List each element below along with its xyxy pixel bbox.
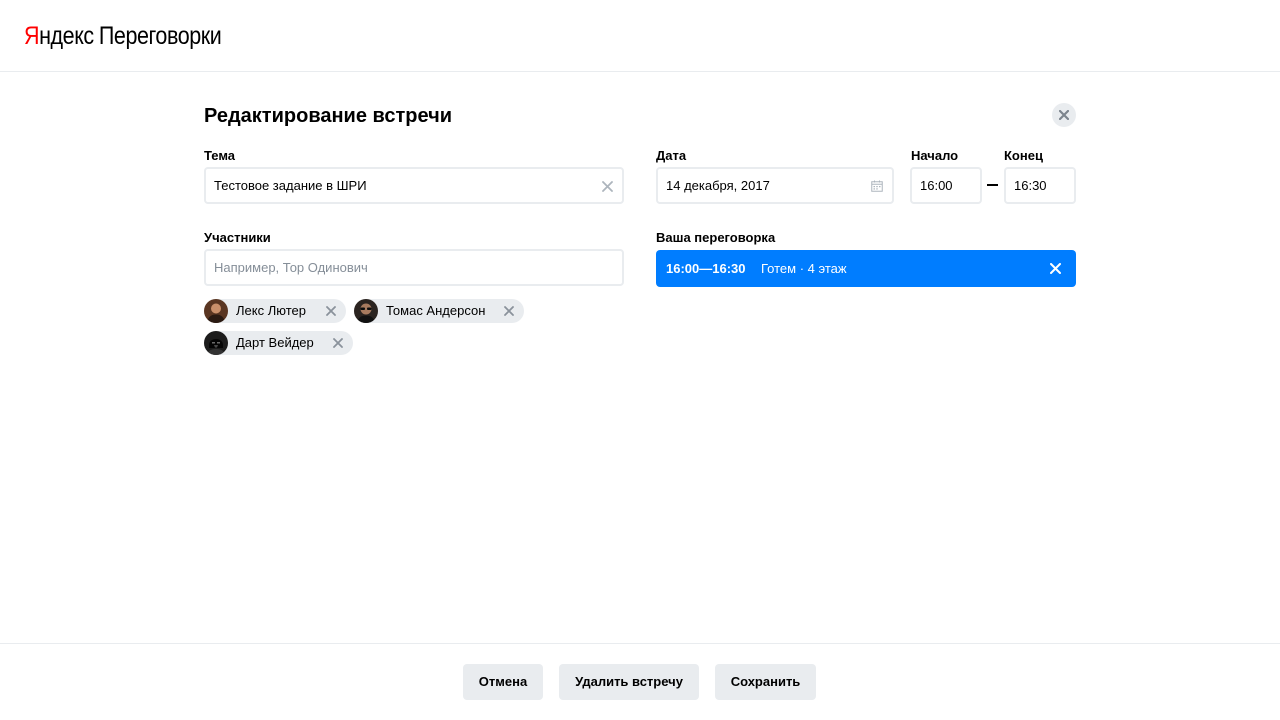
start-time-value: 16:00 [920, 178, 953, 193]
save-button[interactable]: Сохранить [715, 664, 816, 700]
participant-chip: Томас Андерсон [354, 299, 524, 323]
start-time-input[interactable]: 16:00 [910, 167, 982, 204]
page-title: Редактирование встречи [204, 105, 452, 127]
topic-value: Тестовое задание в ШРИ [214, 178, 367, 193]
end-time-value: 16:30 [1014, 178, 1047, 193]
participants-placeholder: Например, Тор Одинович [214, 260, 368, 275]
participants-input[interactable]: Например, Тор Одинович [204, 249, 624, 286]
time-range-dash [987, 184, 998, 186]
logo-brand-first: Я [24, 22, 40, 50]
participant-name: Томас Андерсон [386, 303, 486, 318]
app-header: Яндекс Переговорки [0, 0, 1280, 72]
close-button[interactable] [1052, 103, 1076, 127]
room-name: Готем · 4 этаж [761, 261, 847, 276]
avatar [354, 299, 378, 323]
cancel-button[interactable]: Отмена [463, 664, 543, 700]
app-logo[interactable]: Яндекс Переговорки [24, 22, 222, 50]
logo-brand-rest: ндекс [39, 22, 94, 50]
participant-name: Лекс Лютер [236, 303, 306, 318]
participants-label: Участники [204, 230, 271, 245]
room-label: Ваша переговорка [656, 230, 776, 245]
avatar [204, 299, 228, 323]
date-value: 14 декабря, 2017 [666, 178, 770, 193]
start-label: Начало [911, 148, 959, 163]
participant-chip: Лекс Лютер [204, 299, 346, 323]
avatar [204, 331, 228, 355]
clear-icon[interactable] [601, 180, 613, 192]
end-label: Конец [1004, 148, 1043, 163]
remove-icon[interactable] [504, 306, 514, 316]
participant-chip: Дарт Вейдер [204, 331, 353, 355]
date-label: Дата [656, 148, 687, 163]
room-time: 16:00—16:30 [666, 261, 746, 276]
remove-icon[interactable] [326, 306, 336, 316]
delete-meeting-button[interactable]: Удалить встречу [559, 664, 699, 700]
remove-icon[interactable] [333, 338, 343, 348]
end-time-input[interactable]: 16:30 [1004, 167, 1076, 204]
calendar-icon[interactable] [871, 180, 883, 192]
logo-product: Переговорки [98, 22, 222, 50]
close-icon[interactable] [1050, 263, 1061, 274]
topic-label: Тема [204, 148, 236, 163]
selected-room-chip[interactable]: 16:00—16:30 Готем · 4 этаж [656, 250, 1076, 287]
topic-input[interactable]: Тестовое задание в ШРИ [204, 167, 624, 204]
participant-name: Дарт Вейдер [236, 335, 314, 350]
close-icon [1059, 110, 1069, 120]
date-input[interactable]: 14 декабря, 2017 [656, 167, 894, 204]
